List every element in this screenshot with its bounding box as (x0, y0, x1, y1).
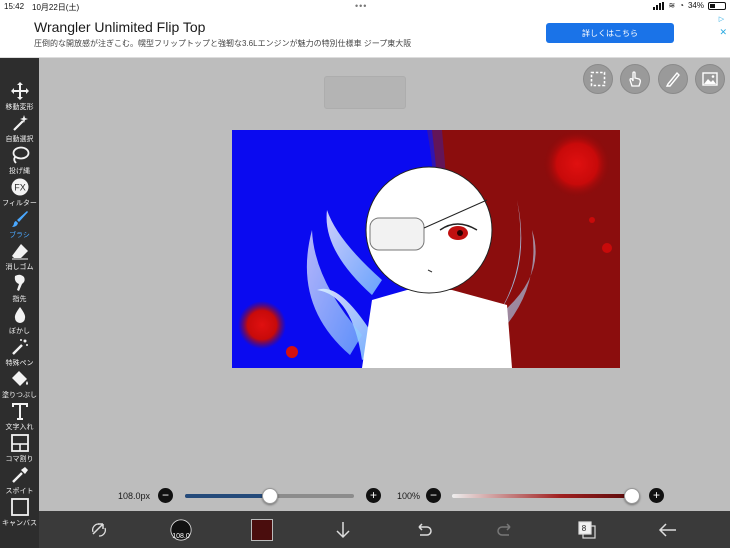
tool-blur[interactable]: ぼかし (0, 304, 39, 336)
bottom-bar: 108.0 8 (39, 511, 730, 548)
status-bar: 15:42 10月22日(土) ••• ≋ ◔ 34% (0, 0, 730, 13)
selection-icon (590, 71, 606, 87)
battery-icon (708, 1, 726, 10)
tool-smudge[interactable]: 指先 (0, 272, 39, 304)
tool-label: 塗りつぶし (1, 392, 38, 399)
opacity-thumb[interactable] (624, 488, 640, 504)
svg-text:FX: FX (14, 183, 26, 193)
special-pen-icon (11, 339, 28, 355)
tool-brush[interactable]: ブラシ (0, 208, 39, 240)
tool-lasso[interactable]: 投げ縄 (0, 144, 39, 176)
layers-button[interactable]: 8 (575, 518, 599, 542)
ad-cta-button[interactable]: 詳しくはこちら (546, 23, 674, 43)
back-button[interactable] (656, 518, 680, 542)
tool-label: ブラシ (9, 232, 30, 239)
tool-special-pen[interactable]: 特殊ペン (0, 336, 39, 368)
gesture-button[interactable] (620, 64, 650, 94)
opacity-increase-button[interactable]: + (649, 488, 664, 503)
signal-icon (653, 1, 665, 10)
brush-sliders: 108.0px − + 100% − + (0, 484, 730, 508)
opacity-slider[interactable] (452, 494, 632, 498)
battery-percent: 34% (687, 1, 704, 10)
eyedropper-icon (11, 467, 28, 483)
arrow-down-icon (336, 522, 350, 539)
color-button[interactable] (250, 518, 274, 542)
arrow-left-icon (658, 523, 676, 537)
tool-label: キャンバス (2, 520, 37, 527)
ad-title[interactable]: Wrangler Unlimited Flip Top (34, 19, 205, 35)
brush-size-preview[interactable]: 108.0 (168, 518, 194, 542)
tool-eraser[interactable]: 消しゴム (0, 240, 39, 272)
transform-button[interactable] (87, 518, 111, 542)
artwork (232, 130, 620, 368)
fx-icon: FX (11, 178, 28, 196)
current-color-swatch (251, 519, 273, 541)
tool-label: 自動選択 (5, 136, 34, 143)
tool-label: 指先 (12, 296, 27, 303)
status-date: 10月22日(土) (32, 3, 80, 12)
ad-close-icon[interactable]: ✕ (719, 27, 727, 38)
blur-drop-icon (14, 307, 25, 323)
brush-preview-label: 108.0 (172, 533, 190, 540)
download-button[interactable] (331, 518, 355, 542)
ad-description: 圧倒的な開放感が注ぎこむ。幌型フリップトップと強靭な3.6Lエンジンが魅力の特別… (34, 39, 412, 48)
ruler-pen-icon (665, 71, 680, 87)
redo-button[interactable] (493, 518, 517, 542)
tool-sidebar: 移動変形 自動選択 投げ縄 FX フィルター ブラシ 消しゴム 指先 ぼかし 特… (0, 58, 39, 548)
ad-choices-icon[interactable]: ▷ (717, 15, 726, 24)
undo-icon (418, 523, 432, 536)
text-icon (11, 403, 28, 420)
layer-count: 8 (581, 524, 587, 533)
size-decrease-button[interactable]: − (158, 488, 173, 503)
multitasking-dots-icon[interactable]: ••• (355, 1, 367, 11)
tool-label: 文字入れ (5, 424, 34, 431)
tool-text[interactable]: 文字入れ (0, 400, 39, 432)
tool-label: 移動変形 (5, 104, 34, 111)
reference-image-icon (702, 72, 718, 86)
tool-filter[interactable]: FX フィルター (0, 176, 39, 208)
lasso-icon (12, 146, 29, 164)
tool-label: コマ割り (5, 456, 34, 463)
tool-move[interactable]: 移動変形 (0, 80, 39, 112)
redo-icon (497, 523, 511, 536)
size-increase-button[interactable]: + (366, 488, 381, 503)
tool-label: 消しゴム (5, 264, 34, 271)
move-icon (10, 82, 29, 100)
hidden-overlay-button (324, 76, 406, 109)
rotate-arrows-icon (92, 523, 106, 537)
tool-label: フィルター (2, 200, 37, 207)
selection-button[interactable] (583, 64, 613, 94)
tool-frame-divider[interactable]: コマ割り (0, 432, 39, 464)
brush-icon (11, 211, 28, 227)
rotation-lock-icon: ◔ (679, 1, 684, 10)
brush-size-fill (185, 494, 270, 498)
brush-size-label: 108.0px (118, 491, 151, 501)
frame-divider-icon (10, 434, 29, 452)
magic-wand-icon (12, 115, 28, 131)
brush-size-thumb[interactable] (261, 488, 278, 504)
ad-banner[interactable]: Wrangler Unlimited Flip Top 圧倒的な開放感が注ぎこむ… (0, 13, 730, 58)
tool-auto-select[interactable]: 自動選択 (0, 112, 39, 144)
drawing-canvas[interactable] (232, 130, 620, 368)
opacity-decrease-button[interactable]: − (426, 488, 441, 503)
opacity-label: 100% (397, 491, 421, 501)
hand-gesture-icon (629, 71, 641, 87)
fill-bucket-icon (11, 371, 28, 386)
finger-icon (14, 274, 25, 291)
tool-label: 特殊ペン (5, 360, 34, 367)
tool-label: ぼかし (9, 328, 30, 335)
undo-button[interactable] (412, 518, 436, 542)
tool-fill[interactable]: 塗りつぶし (0, 368, 39, 400)
eraser-icon (11, 244, 28, 260)
tool-label: 投げ縄 (9, 168, 30, 175)
status-indicators: ≋ ◔ 34% (653, 1, 726, 10)
wifi-icon: ≋ (668, 1, 676, 10)
status-time: 15:42 (4, 2, 25, 11)
reference-button[interactable] (695, 64, 725, 94)
ruler-button[interactable] (658, 64, 688, 94)
